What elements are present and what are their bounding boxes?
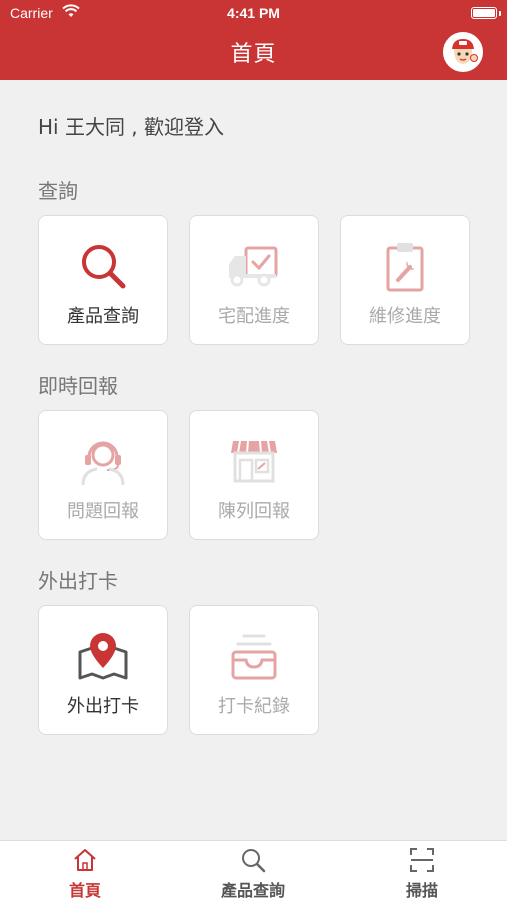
status-time: 4:41 PM bbox=[227, 5, 280, 21]
tab-label: 產品查詢 bbox=[220, 881, 285, 900]
tile-label: 問題回報 bbox=[67, 501, 139, 522]
tile-delivery-progress[interactable]: 宅配進度 bbox=[189, 215, 319, 345]
map-pin-icon bbox=[39, 630, 167, 680]
tile-check-in[interactable]: 外出打卡 bbox=[38, 605, 168, 735]
page-title: 首頁 bbox=[230, 42, 277, 67]
bottom-tab-bar: 首頁 產品查詢 掃描 bbox=[0, 840, 507, 900]
tab-label: 掃描 bbox=[405, 881, 438, 900]
tile-display-report[interactable]: 陳列回報 bbox=[189, 410, 319, 540]
clipboard-wrench-icon bbox=[341, 240, 469, 292]
section-title-query: 查詢 bbox=[38, 179, 78, 203]
tile-check-in-records[interactable]: 打卡紀錄 bbox=[189, 605, 319, 735]
tile-label: 陳列回報 bbox=[218, 501, 290, 522]
storefront-icon bbox=[190, 435, 318, 485]
section-title-report: 即時回報 bbox=[38, 374, 118, 398]
tile-issue-report[interactable]: 問題回報 bbox=[38, 410, 168, 540]
tile-label: 宅配進度 bbox=[218, 306, 290, 327]
search-icon bbox=[193, 847, 313, 873]
archive-box-icon bbox=[190, 630, 318, 680]
battery-icon bbox=[471, 7, 497, 19]
magnifier-icon bbox=[39, 240, 167, 290]
tab-product-query[interactable]: 產品查詢 bbox=[193, 841, 313, 900]
section-title-checkin: 外出打卡 bbox=[38, 569, 118, 593]
tile-label: 外出打卡 bbox=[67, 696, 139, 717]
mascot-avatar-icon bbox=[445, 34, 481, 70]
avatar[interactable] bbox=[443, 32, 483, 72]
tile-product-query[interactable]: 產品查詢 bbox=[38, 215, 168, 345]
status-bar: Carrier 4:41 PM bbox=[0, 0, 507, 26]
delivery-truck-icon bbox=[190, 240, 318, 290]
tab-label: 首頁 bbox=[68, 881, 101, 900]
tile-repair-progress[interactable]: 維修進度 bbox=[340, 215, 470, 345]
tile-label: 維修進度 bbox=[369, 306, 441, 327]
home-icon bbox=[25, 847, 145, 873]
headset-agent-icon bbox=[39, 435, 167, 486]
welcome-message: Hi 王大同 , 歡迎登入 bbox=[38, 115, 225, 139]
tab-home[interactable]: 首頁 bbox=[25, 841, 145, 900]
scan-icon bbox=[362, 847, 482, 873]
tile-label: 打卡紀錄 bbox=[218, 696, 290, 717]
tile-label: 產品查詢 bbox=[67, 306, 139, 327]
tab-scan[interactable]: 掃描 bbox=[362, 841, 482, 900]
app-header: Carrier 4:41 PM 首頁 bbox=[0, 0, 507, 80]
